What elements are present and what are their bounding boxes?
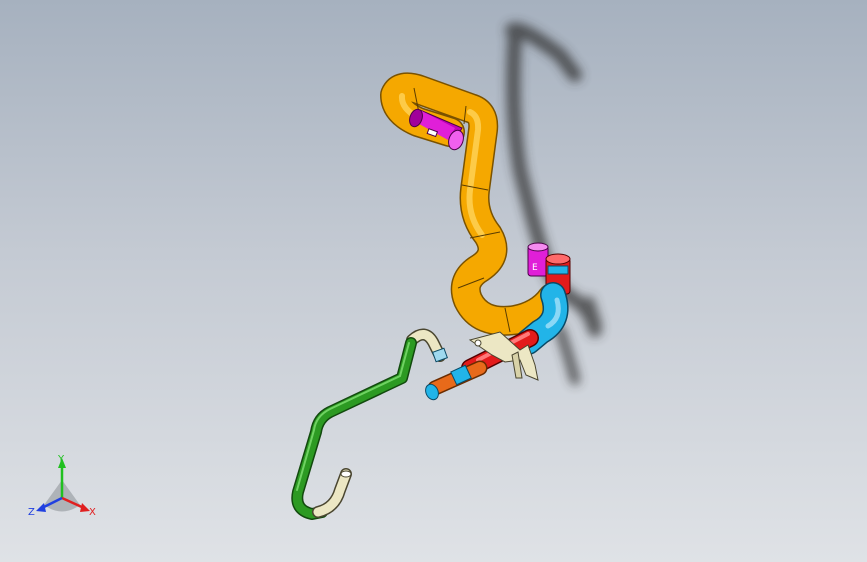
- svg-text:E: E: [532, 263, 538, 273]
- triad-y-label: Y: [57, 454, 65, 465]
- triad-z-label: Z: [28, 507, 35, 518]
- cream-end-lower[interactable]: [312, 468, 352, 518]
- model-canvas[interactable]: E Y X Z: [0, 0, 867, 562]
- magenta-connector-lower[interactable]: E: [527, 242, 549, 277]
- view-triad[interactable]: Y X Z: [28, 454, 96, 518]
- green-hose[interactable]: [291, 337, 417, 520]
- graphics-viewport[interactable]: E Y X Z: [0, 0, 867, 562]
- triad-x-label: X: [89, 507, 96, 518]
- cream-end-upper[interactable]: [406, 328, 448, 363]
